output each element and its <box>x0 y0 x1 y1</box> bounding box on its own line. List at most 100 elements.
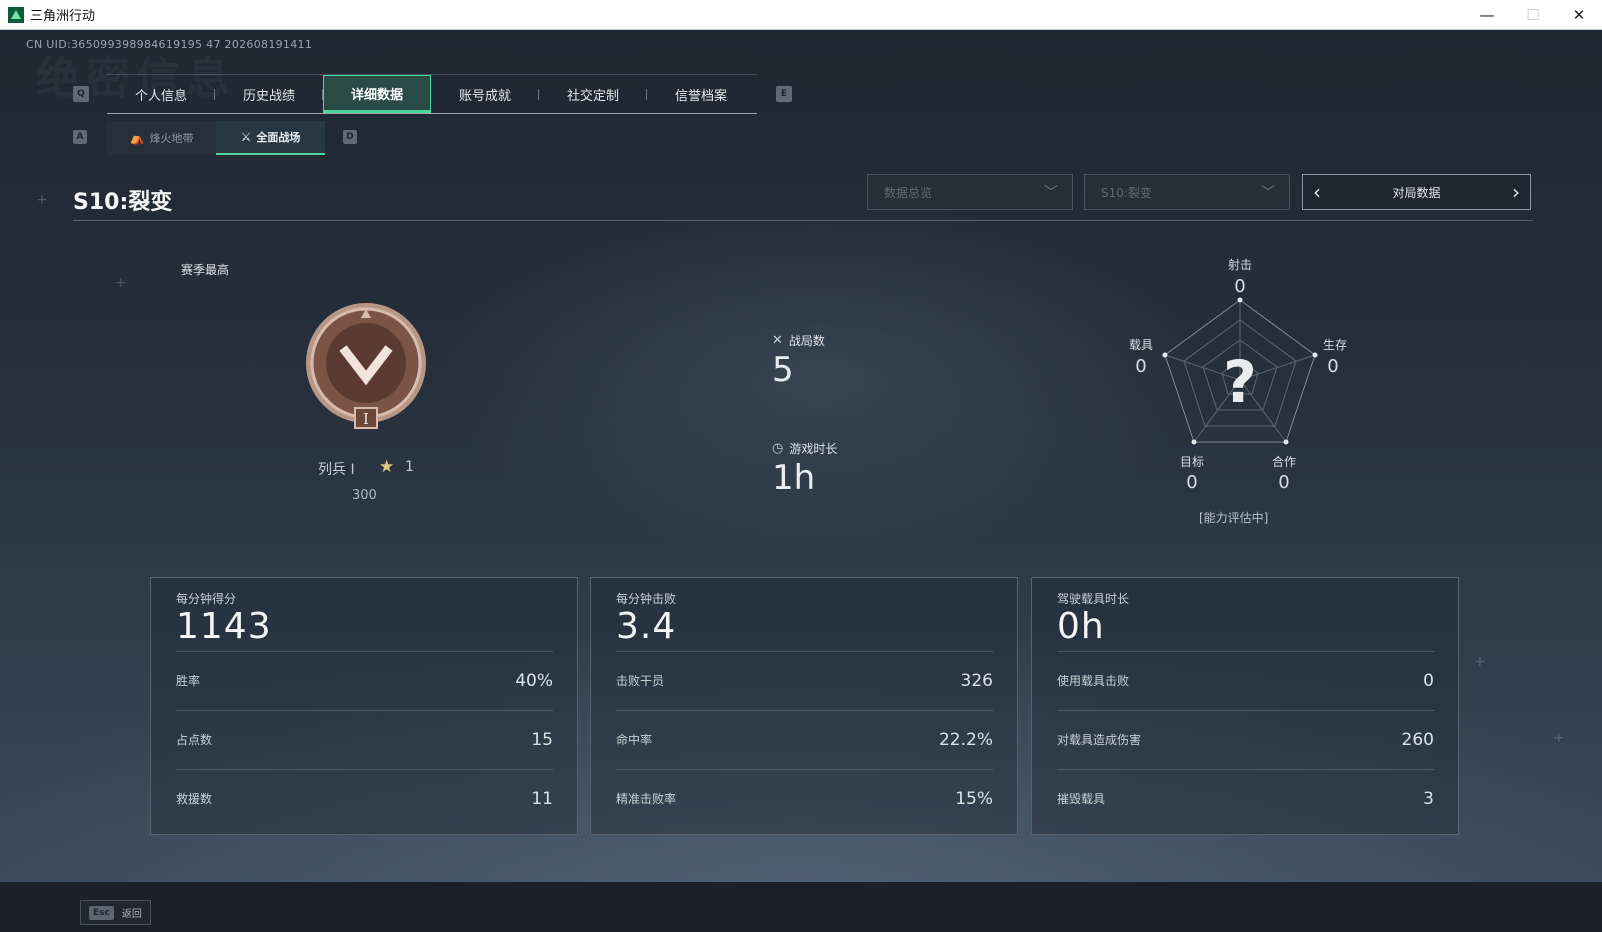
season-best-label: 赛季最高 <box>181 263 230 277</box>
prev-mode-key-hint[interactable]: A <box>73 130 87 144</box>
radar-unknown-symbol: ? <box>1223 348 1257 416</box>
stat-label: 摧毁载具 <box>1057 792 1106 806</box>
rank-points: 300 <box>352 488 377 503</box>
stat-label: 救援数 <box>176 792 213 806</box>
prev-tab-key-hint[interactable]: Q <box>73 86 89 102</box>
next-mode-key-hint[interactable]: D <box>343 130 357 144</box>
game-screen: 绝密信息 CN UID:365099398984619195 47 202608… <box>0 30 1602 932</box>
playtime-label-text: 游戏时长 <box>789 442 838 456</box>
tab-full-battlefield[interactable]: ⚔ 全面战场 <box>216 121 325 155</box>
esc-key-hint: Esc <box>89 905 114 920</box>
season-title: S10:裂变 <box>73 190 173 215</box>
radar-axis-value: 0 <box>1327 356 1339 377</box>
stat-label: 击败干员 <box>616 674 665 688</box>
card-main-value: 0h <box>1057 606 1105 647</box>
chevron-down-icon: ﹀ <box>1044 185 1058 201</box>
minimize-button[interactable]: — <box>1464 0 1510 30</box>
stat-row: 命中率 22.2% <box>616 710 993 768</box>
card-main-value: 3.4 <box>616 606 677 647</box>
chevron-left-icon[interactable]: ‹ <box>1313 180 1321 204</box>
rank-star-count: 1 <box>405 459 414 475</box>
decoration-crosshair: + <box>1553 730 1565 746</box>
tab-credit-record[interactable]: 信誉档案 <box>647 75 755 113</box>
pager-label: 对局数据 <box>1392 185 1441 200</box>
radar-axis-label: 生存 <box>1322 338 1347 352</box>
ability-evaluating-note: [能力评估中] <box>1199 511 1269 525</box>
stat-value: 40% <box>515 670 553 691</box>
stat-value: 3 <box>1423 788 1434 809</box>
svg-text:I: I <box>363 410 369 428</box>
stat-label: 精准击败率 <box>616 792 677 806</box>
section-divider <box>73 220 1533 221</box>
radar-axis-value: 0 <box>1234 276 1246 297</box>
kill-stats-card: 每分钟击败 3.4 击败干员 326 命中率 22.2% 精准击败率 15% <box>590 577 1018 835</box>
tab-label: 历史战绩 <box>242 88 295 104</box>
rank-name: 列兵 I <box>318 462 355 478</box>
chevron-down-icon: ﹀ <box>1261 185 1275 201</box>
tab-social-customization[interactable]: 社交定制 <box>539 75 647 113</box>
stat-row: 击败干员 326 <box>616 651 993 709</box>
radar-axis-value: 0 <box>1186 472 1198 493</box>
stat-label: 对载具造成伤害 <box>1057 733 1142 747</box>
stat-value: 0 <box>1423 670 1434 691</box>
matches-value: 5 <box>772 350 794 390</box>
tab-label: 全面战场 <box>256 131 301 144</box>
close-button[interactable]: ✕ <box>1556 0 1602 30</box>
maximize-button[interactable]: ☐ <box>1510 0 1556 30</box>
stat-row: 使用载具击败 0 <box>1057 651 1434 709</box>
stat-value: 15% <box>955 788 993 809</box>
fire-zone-icon: ⛺ <box>129 131 145 145</box>
matches-label: ✕ 战局数 <box>772 332 825 349</box>
dropdown-value: S10:裂变 <box>1101 185 1152 200</box>
stat-label: 胜率 <box>176 674 201 688</box>
card-title: 驾驶载具时长 <box>1057 592 1130 606</box>
stat-row: 对载具造成伤害 260 <box>1057 710 1434 768</box>
bottom-bar <box>0 882 1602 932</box>
tab-label: 社交定制 <box>566 88 619 104</box>
stat-label: 占点数 <box>176 733 213 747</box>
season-dropdown[interactable]: S10:裂变 ﹀ <box>1084 174 1290 210</box>
window-title-bar: 三角洲行动 — ☐ ✕ <box>0 0 1602 30</box>
window-controls: — ☐ ✕ <box>1464 0 1602 30</box>
data-type-pager: ‹ 对局数据 › <box>1302 174 1531 210</box>
tab-match-history[interactable]: 历史战绩 <box>215 75 323 113</box>
stat-row: 救援数 11 <box>176 769 553 827</box>
chevron-right-icon[interactable]: › <box>1512 180 1520 204</box>
stat-row: 摧毁载具 3 <box>1057 769 1434 827</box>
player-uid: CN UID:365099398984619195 47 20260819141… <box>26 38 313 51</box>
stat-value: 22.2% <box>938 729 993 750</box>
mode-tab-bar: ⛺ 烽火地带 ⚔ 全面战场 <box>107 121 325 155</box>
score-stats-card: 每分钟得分 1143 胜率 40% 占点数 15 救援数 11 <box>150 577 578 835</box>
radar-axis-label: 射击 <box>1227 258 1252 272</box>
stat-label: 命中率 <box>616 733 653 747</box>
tab-fire-zone[interactable]: ⛺ 烽火地带 <box>107 121 216 155</box>
app-logo-icon <box>8 6 24 23</box>
tab-label: 信誉档案 <box>674 88 727 104</box>
radar-axis-value: 0 <box>1278 472 1290 493</box>
tab-label: 详细数据 <box>350 87 403 103</box>
radar-axis-label: 合作 <box>1271 455 1296 469</box>
card-title: 每分钟击败 <box>616 592 677 606</box>
radar-axis-label: 载具 <box>1128 338 1153 352</box>
window-title: 三角洲行动 <box>30 9 96 24</box>
data-overview-dropdown[interactable]: 数据总览 ﹀ <box>867 174 1073 210</box>
decoration-crosshair: + <box>36 192 48 208</box>
tab-label: 账号成就 <box>458 88 511 104</box>
stat-value: 11 <box>531 788 553 809</box>
clock-icon: ◷ <box>772 441 784 456</box>
vehicle-stats-card: 驾驶载具时长 0h 使用载具击败 0 对载具造成伤害 260 摧毁载具 3 <box>1031 577 1459 835</box>
crossed-swords-icon: ✕ <box>772 333 783 348</box>
tab-personal-info[interactable]: 个人信息 <box>107 75 215 113</box>
stat-label: 使用载具击败 <box>1057 674 1130 688</box>
stat-row: 精准击败率 15% <box>616 769 993 827</box>
tab-detailed-data[interactable]: 详细数据 <box>323 75 431 113</box>
stat-row: 胜率 40% <box>176 651 553 709</box>
star-icon: ★ <box>379 457 395 477</box>
next-tab-key-hint[interactable]: E <box>776 86 792 102</box>
decoration-crosshair: + <box>1474 654 1486 670</box>
card-main-value: 1143 <box>176 606 272 647</box>
ability-radar-chart: ? <box>1162 297 1318 445</box>
back-button[interactable]: Esc 返回 <box>80 900 151 925</box>
tab-achievements[interactable]: 账号成就 <box>431 75 539 113</box>
stat-row: 占点数 15 <box>176 710 553 768</box>
